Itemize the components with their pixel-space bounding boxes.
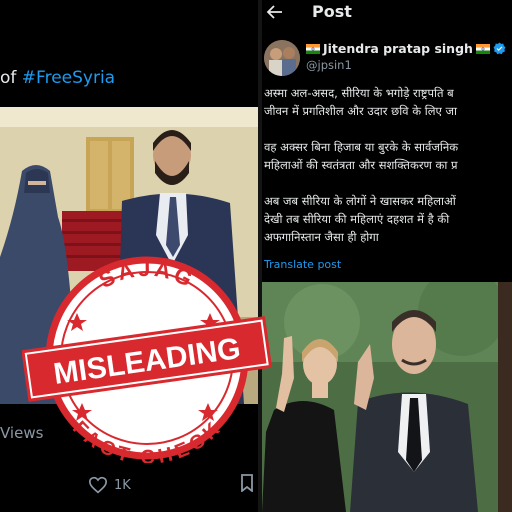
avatar-image [264, 40, 300, 76]
avatar[interactable] [264, 40, 300, 76]
post-line: अब जब सीरिया के लोगों ने खासकर महिलाओं [264, 194, 456, 208]
post-line: महिलाओं की स्वतंत्रता और सशक्तिकरण का प्… [264, 158, 458, 172]
verified-badge-icon [493, 42, 506, 55]
post-line: वह अक्सर बिना हिजाब या बुरके के सार्वजनि… [264, 140, 459, 154]
post-paragraph: अब जब सीरिया के लोगों ने खासकर महिलाओं द… [264, 192, 512, 246]
post-photo[interactable] [262, 282, 512, 512]
post-line: अफगानिस्तान जैसा ही होगा [264, 230, 379, 244]
india-flag-icon [306, 43, 320, 54]
back-arrow-icon[interactable] [266, 3, 284, 21]
author-name: Jitendra pratap singh [323, 41, 473, 56]
post-body: अस्मा अल-असद, सीरिया के भगोड़े राष्ट्रपत… [264, 84, 512, 264]
tweet-text-line: of #FreeSyria [0, 68, 115, 88]
post-photo-scene [262, 282, 512, 512]
like-button[interactable]: 1K [88, 476, 131, 494]
post-line: देखी तब सीरिया की महिलाएं दहशत में है की [264, 212, 450, 226]
india-flag-icon [475, 43, 490, 54]
author-handle: @jpsin1 [306, 58, 352, 72]
post-paragraph: वह अक्सर बिना हिजाब या बुरके के सार्वजनि… [264, 138, 512, 174]
author-name-row[interactable]: Jitendra pratap singh [306, 41, 506, 56]
misleading-stamp: SAJAG FACT CHECK MISLEADING [22, 256, 272, 463]
post-line: अस्मा अल-असद, सीरिया के भगोड़े राष्ट्रपत… [264, 86, 454, 100]
post-line: जीवन में प्रगतिशील और उदार छवि के लिए जा [264, 104, 458, 118]
tweet-text-prefix: of [0, 68, 22, 88]
heart-icon [88, 476, 108, 494]
x-post-panel: Post Jitendra pratap singh @jpsin1 अस्मा… [262, 0, 512, 512]
bookmark-icon[interactable] [240, 474, 254, 492]
post-header-title: Post [312, 2, 352, 21]
post-paragraph: अस्मा अल-असद, सीरिया के भगोड़े राष्ट्रपत… [264, 84, 512, 120]
post-header: Post [262, 0, 512, 28]
translate-post-link[interactable]: Translate post [264, 258, 341, 271]
hashtag-link[interactable]: #FreeSyria [22, 68, 115, 88]
like-count: 1K [114, 477, 131, 493]
